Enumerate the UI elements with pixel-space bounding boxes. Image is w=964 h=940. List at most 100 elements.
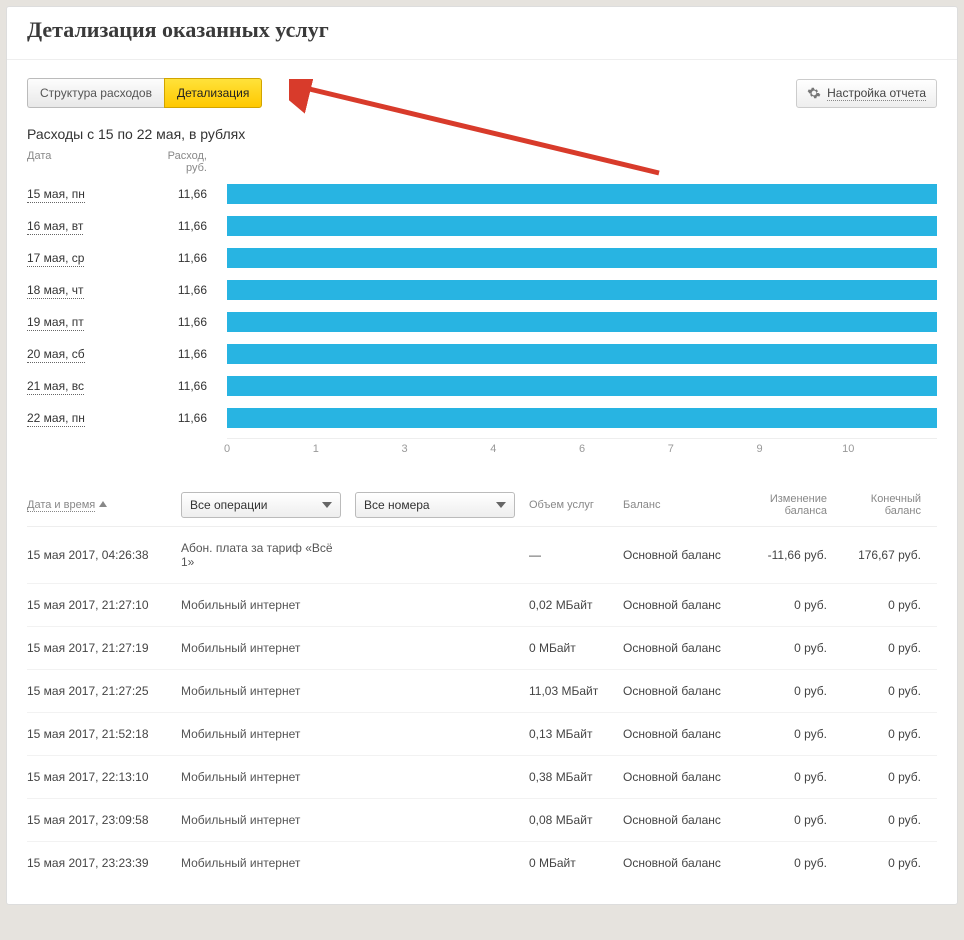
chart-date-label[interactable]: 21 мая, вс (27, 379, 84, 395)
chart-row: 17 мая, ср 11,66 (27, 242, 937, 274)
chart-row: 15 мая, пн 11,66 (27, 178, 937, 210)
cell-volume: 11,03 МБайт (529, 684, 609, 698)
cell-type: Мобильный интернет (181, 727, 341, 741)
chart-bar (227, 248, 937, 268)
cell-end-balance: 0 руб. (841, 598, 921, 612)
tab-details[interactable]: Детализация (164, 78, 262, 108)
cell-end-balance: 0 руб. (841, 684, 921, 698)
chart-bar (227, 408, 937, 428)
chart-date-label[interactable]: 19 мая, пт (27, 315, 84, 331)
table-row: 15 мая 2017, 21:52:18 Мобильный интернет 0… (27, 713, 937, 756)
details-table: Дата и время Все операции Все номера Объ… (7, 462, 957, 884)
cell-change: 0 руб. (737, 770, 827, 784)
cell-change: 0 руб. (737, 641, 827, 655)
chart-date-label[interactable]: 17 мая, ср (27, 251, 84, 267)
chart-head-value: Расход, руб. (147, 150, 227, 174)
cell-type: Мобильный интернет (181, 641, 341, 655)
chart-bar (227, 184, 937, 204)
cell-balance: Основной баланс (623, 727, 723, 741)
settings-label: Настройка отчета (827, 86, 926, 101)
cell-datetime: 15 мая 2017, 22:13:10 (27, 770, 167, 784)
chevron-down-icon (322, 502, 332, 508)
chart-value-label: 11,66 (147, 251, 227, 265)
cell-type: Мобильный интернет (181, 813, 341, 827)
cell-datetime: 15 мая 2017, 23:09:58 (27, 813, 167, 827)
page-title: Детализация оказанных услуг (7, 7, 957, 60)
cell-datetime: 15 мая 2017, 21:27:19 (27, 641, 167, 655)
table-row: 15 мая 2017, 23:23:39 Мобильный интернет 0… (27, 842, 937, 884)
axis-tick: 4 (490, 443, 496, 455)
cell-balance: Основной баланс (623, 598, 723, 612)
cell-end-balance: 176,67 руб. (841, 548, 921, 562)
chart-date-label[interactable]: 20 мая, сб (27, 347, 85, 363)
gear-icon (807, 86, 821, 100)
chart-value-label: 11,66 (147, 315, 227, 329)
cell-datetime: 15 мая 2017, 04:26:38 (27, 548, 167, 562)
cell-volume: 0,13 МБайт (529, 727, 609, 741)
chart-value-label: 11,66 (147, 347, 227, 361)
chart-bar (227, 376, 937, 396)
axis-tick: 9 (756, 443, 762, 455)
table-header-row: Дата и время Все операции Все номера Объ… (27, 492, 937, 527)
axis-tick: 6 (579, 443, 585, 455)
cell-volume: 0,08 МБайт (529, 813, 609, 827)
chart-row: 16 мая, вт 11,66 (27, 210, 937, 242)
cell-datetime: 15 мая 2017, 21:27:10 (27, 598, 167, 612)
chart-date-label[interactable]: 15 мая, пн (27, 187, 85, 203)
chart-date-label[interactable]: 22 мая, пн (27, 411, 85, 427)
filter-numbers-select[interactable]: Все номера (355, 492, 515, 518)
table-row: 15 мая 2017, 21:27:19 Мобильный интернет 0… (27, 627, 937, 670)
cell-type: Мобильный интернет (181, 856, 341, 870)
axis-tick: 3 (401, 443, 407, 455)
cell-volume: 0,02 МБайт (529, 598, 609, 612)
cell-change: 0 руб. (737, 598, 827, 612)
chart-subtitle: Расходы с 15 по 22 мая, в рублях (7, 118, 957, 146)
chart-head-date: Дата (27, 150, 147, 174)
cell-datetime: 15 мая 2017, 21:27:25 (27, 684, 167, 698)
cell-balance: Основной баланс (623, 684, 723, 698)
chart-value-label: 11,66 (147, 219, 227, 233)
cell-end-balance: 0 руб. (841, 727, 921, 741)
tab-structure[interactable]: Структура расходов (27, 78, 164, 108)
cell-change: 0 руб. (737, 856, 827, 870)
cell-volume: 0 МБайт (529, 856, 609, 870)
chart-date-label[interactable]: 16 мая, вт (27, 219, 83, 235)
cell-balance: Основной баланс (623, 856, 723, 870)
cell-datetime: 15 мая 2017, 23:23:39 (27, 856, 167, 870)
table-row: 15 мая 2017, 23:09:58 Мобильный интернет 0… (27, 799, 937, 842)
chart-value-label: 11,66 (147, 187, 227, 201)
chart-row: 18 мая, чт11,66 (27, 274, 937, 306)
chart-row: 19 мая, пт 11,66 (27, 306, 937, 338)
sort-asc-icon (99, 501, 107, 509)
cell-balance: Основной баланс (623, 813, 723, 827)
cell-type: Мобильный интернет (181, 770, 341, 784)
cell-datetime: 15 мая 2017, 21:52:18 (27, 727, 167, 741)
cell-balance: Основной баланс (623, 641, 723, 655)
col-end-balance: Конечный баланс (841, 493, 921, 517)
cell-volume: 0 МБайт (529, 641, 609, 655)
chart-axis: 0 1 3 4 6 7 9 10 (227, 438, 937, 462)
cell-change: 0 руб. (737, 684, 827, 698)
sort-datetime[interactable]: Дата и время (27, 499, 167, 512)
filter-operations-select[interactable]: Все операции (181, 492, 341, 518)
table-row: 15 мая 2017, 21:27:25 Мобильный интернет 1… (27, 670, 937, 713)
expenses-chart: Дата Расход, руб. 15 мая, пн11,6616 мая,… (7, 146, 957, 462)
chevron-down-icon (496, 502, 506, 508)
cell-type: Мобильный интернет (181, 684, 341, 698)
axis-tick: 10 (842, 443, 854, 455)
cell-volume: 0,38 МБайт (529, 770, 609, 784)
chart-row: 20 мая, сб 11,66 (27, 338, 937, 370)
report-settings-button[interactable]: Настройка отчета (796, 79, 937, 108)
tabs: Структура расходов Детализация (27, 78, 262, 108)
table-row: 15 мая 2017, 22:13:10 Мобильный интернет 0… (27, 756, 937, 799)
chart-bar (227, 312, 937, 332)
chart-date-label[interactable]: 18 мая, чт (27, 283, 84, 299)
axis-tick: 1 (313, 443, 319, 455)
cell-end-balance: 0 руб. (841, 770, 921, 784)
cell-volume: — (529, 548, 609, 562)
cell-change: -11,66 руб. (737, 548, 827, 562)
chart-value-label: 11,66 (147, 379, 227, 393)
axis-tick: 7 (668, 443, 674, 455)
axis-tick: 0 (224, 443, 230, 455)
cell-end-balance: 0 руб. (841, 813, 921, 827)
